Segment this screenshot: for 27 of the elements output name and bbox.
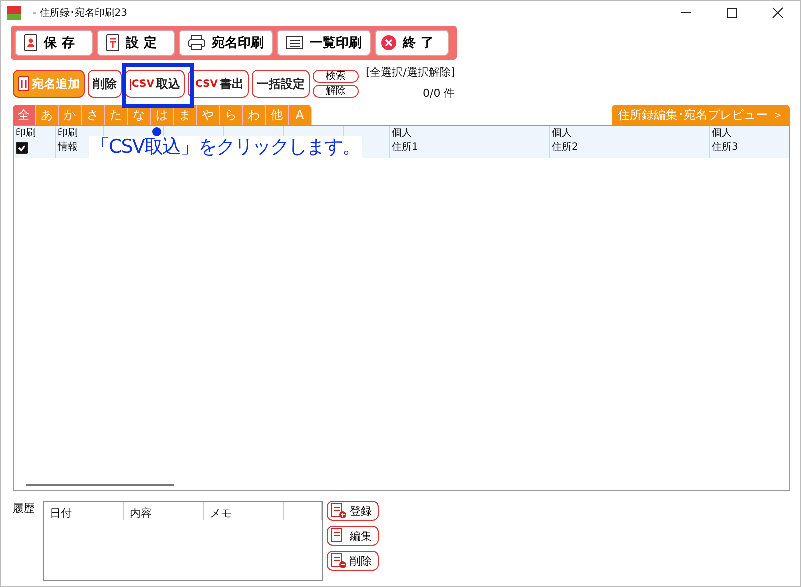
search-button[interactable]: 検索 xyxy=(312,70,359,83)
add-history-button[interactable]: 登録 xyxy=(327,501,379,521)
save-button[interactable]: 保存 xyxy=(15,30,93,56)
column-header: 個人 住所2 xyxy=(552,127,580,155)
column-header: 内容 xyxy=(124,502,204,520)
column-header: 個人 住所1 xyxy=(392,127,420,155)
column-header: 個人 住所3 xyxy=(712,127,740,155)
record-count: 0/0 件 xyxy=(423,86,456,101)
column-header: 印刷 xyxy=(16,127,37,141)
column-header: 日付 xyxy=(44,502,124,520)
window-title: - 住所録･宛名印刷23 xyxy=(33,6,128,20)
select-all-link[interactable]: [全選択/選択解除] xyxy=(366,65,456,80)
list-button[interactable]: 一覧印刷 xyxy=(277,30,371,56)
bulk-settings-button[interactable]: 一括設定 xyxy=(252,70,310,98)
edit-history-button[interactable]: 編集 xyxy=(327,526,379,546)
print-button[interactable]: 宛名印刷 xyxy=(179,30,273,56)
settings-button[interactable]: 設定 xyxy=(97,30,175,56)
history-label: 履歴 xyxy=(13,501,36,516)
csv-import-button[interactable]: CSV 取込 xyxy=(125,70,186,98)
instruction-caption: 「CSV取込」をクリックします。 xyxy=(89,136,362,158)
clear-button[interactable]: 解除 xyxy=(312,85,359,98)
delete-button[interactable]: 削除 xyxy=(88,70,122,98)
exit-button[interactable]: 終了 xyxy=(375,30,449,56)
csv-export-button[interactable]: CSV 書出 xyxy=(188,70,249,98)
column-header: 印刷 情報 xyxy=(58,127,79,155)
remove-history-button[interactable]: 削除 xyxy=(327,551,379,571)
column-header: メモ xyxy=(204,502,284,520)
